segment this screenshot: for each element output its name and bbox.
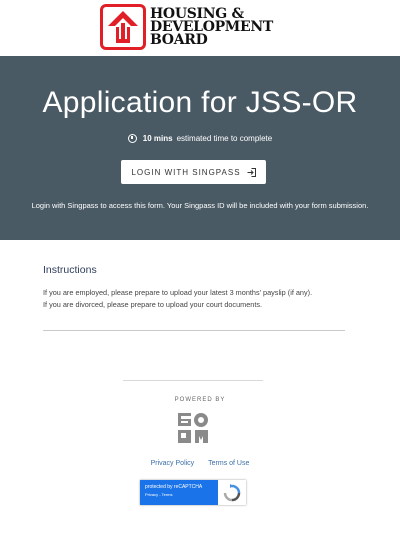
formsg-logo-icon[interactable] <box>177 412 209 444</box>
hdb-house-arrow-icon <box>100 4 146 50</box>
instruction-line-1: If you are employed, please prepare to u… <box>43 288 313 297</box>
login-button-label: LOGIN WITH SINGPASS <box>131 167 241 177</box>
eta-label: estimated time to complete <box>176 134 273 143</box>
recaptcha-icon <box>218 480 246 505</box>
estimated-time: 10 mins estimated time to complete <box>0 134 400 143</box>
instructions-title: Instructions <box>43 264 97 276</box>
privacy-policy-link[interactable]: Privacy Policy <box>151 460 195 467</box>
footer-links: Privacy Policy Terms of Use <box>0 460 400 467</box>
hero-banner: Application for JSS-OR 10 mins estimated… <box>0 56 400 240</box>
divider <box>43 330 345 331</box>
login-with-singpass-button[interactable]: LOGIN WITH SINGPASS <box>121 160 266 184</box>
singpass-note: Login with Singpass to access this form.… <box>31 201 369 210</box>
recaptcha-privacy-terms[interactable]: Privacy - Terms <box>145 491 218 498</box>
logo-text: HOUSING & DEVELOPMENT BOARD <box>150 7 273 48</box>
header-bar: HOUSING & DEVELOPMENT BOARD <box>0 0 400 56</box>
logo-line-3: BOARD <box>150 31 208 48</box>
hdb-logo[interactable]: HOUSING & DEVELOPMENT BOARD <box>100 4 273 50</box>
eta-duration: 10 mins <box>142 134 173 143</box>
page-title: Application for JSS-OR <box>42 86 358 119</box>
powered-by-label: POWERED BY <box>174 397 226 403</box>
recaptcha-text-panel: protected by reCAPTCHA Privacy - Terms <box>140 480 218 505</box>
clock-icon <box>127 134 137 143</box>
footer-divider <box>123 380 263 381</box>
terms-of-use-link[interactable]: Terms of Use <box>208 460 249 467</box>
instructions-section: Instructions If you are employed, please… <box>43 264 345 311</box>
instruction-line-2: If you are divorced, please prepare to u… <box>43 300 263 309</box>
recaptcha-label: protected by reCAPTCHA <box>145 484 203 490</box>
login-arrow-icon <box>247 167 256 177</box>
recaptcha-badge[interactable]: protected by reCAPTCHA Privacy - Terms <box>140 480 246 505</box>
